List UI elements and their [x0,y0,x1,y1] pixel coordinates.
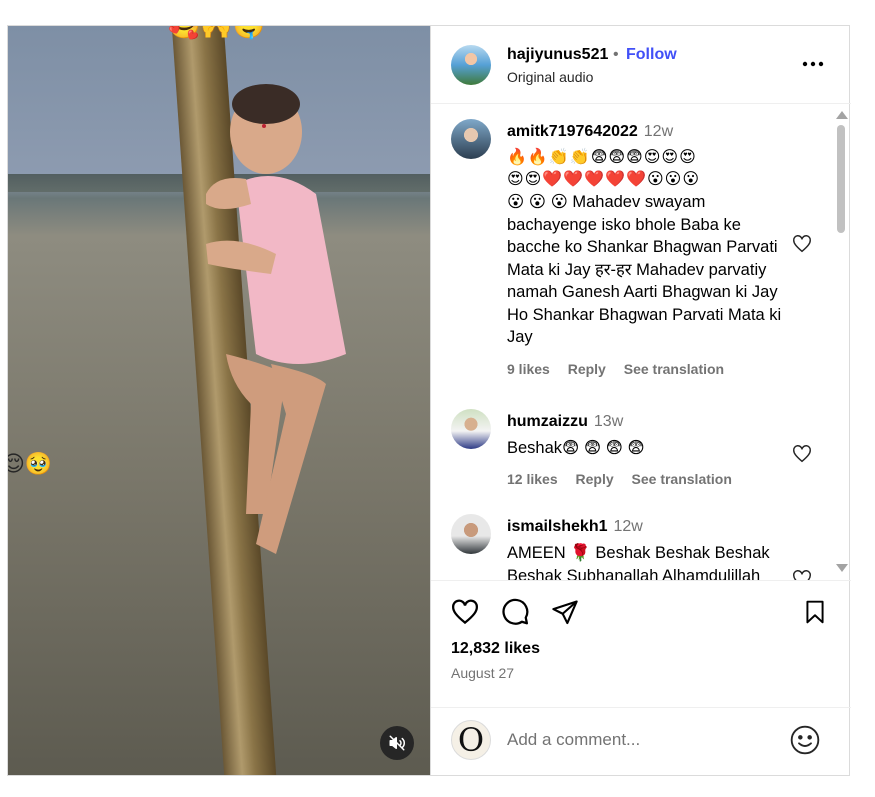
emoji-picker-button[interactable] [789,724,821,756]
comment-username[interactable]: ismailshekh1 12w [507,518,643,536]
comment-meta: 9 likes Reply See translation [507,361,738,377]
comment-emoji-line: 🔥🔥👏👏😨😨😨😍😍😍 [507,149,697,166]
child-figure [206,84,346,554]
post-header: hajiyunus521 • Follow Original audio [431,26,851,104]
scroll-down-arrow-icon[interactable] [836,564,848,572]
follow-button[interactable]: Follow [626,46,677,64]
share-button[interactable] [549,596,581,628]
overlay-emoji-left: 😌🥹 [8,451,53,476]
add-comment-row: O [431,707,851,776]
post-actions: 12,832 likes August 27 O [431,580,851,775]
comment-time: 12w [643,123,674,140]
mute-toggle-button[interactable] [380,726,414,760]
commenter-avatar[interactable] [451,409,491,449]
scroll-up-arrow-icon[interactable] [836,111,848,119]
commenter-avatar[interactable] [451,119,491,159]
comment-likes[interactable]: 12 likes [507,471,558,487]
bookmark-icon [806,600,824,624]
like-comment-heart-icon[interactable] [791,233,813,255]
reply-button[interactable]: Reply [576,471,614,487]
commenter-avatar[interactable] [451,514,491,554]
more-horizontal-icon [802,61,824,67]
comment-text: AMEEN 🌹 Beshak Beshak Beshak Beshak Subh… [507,544,770,580]
overlay-emoji-top: 🥰🙌🤤 [168,26,265,41]
current-user-avatar: O [451,720,491,760]
comment-text: 😮 😮 😮 Mahadev swayam bachayenge isko bho… [507,193,782,346]
comment-likes[interactable]: 9 likes [507,361,550,377]
author-username[interactable]: hajiyunus521 [507,46,608,64]
post-date[interactable]: August 27 [451,665,514,681]
speaker-muted-icon [389,735,405,751]
reply-button[interactable]: Reply [568,361,606,377]
heart-icon [452,599,478,625]
comments-list[interactable]: amitk7197642022 12w 🔥🔥👏👏😨😨😨😍😍😍 😍😍❤️❤️❤️❤️… [431,105,851,580]
comment-username[interactable]: amitk7197642022 12w [507,123,673,141]
comment-bubble-icon [502,598,529,625]
comments-scrollbar[interactable] [833,105,849,580]
comment-meta: 12 likes Reply See translation [507,471,746,487]
add-comment-input[interactable] [507,726,767,754]
smiley-face-icon [790,725,820,755]
scrollbar-thumb[interactable] [837,125,845,233]
author-avatar[interactable] [451,45,491,85]
comment-item: amitk7197642022 12w 🔥🔥👏👏😨😨😨😍😍😍 😍😍❤️❤️❤️❤️… [431,105,831,395]
comment-text: Beshak😨 😨 😨 😨 [507,439,645,457]
comment-emoji-line: 😍😍❤️❤️❤️❤️❤️😮😮😮 [507,171,701,188]
more-options-button[interactable] [799,50,827,78]
like-comment-heart-icon[interactable] [791,568,813,580]
audio-label[interactable]: Original audio [507,69,593,85]
likes-count[interactable]: 12,832 likes [451,640,540,658]
comment-time: 13w [593,413,624,430]
see-translation-button[interactable]: See translation [632,471,732,487]
like-button[interactable] [449,596,481,628]
paper-plane-icon [552,600,578,625]
separator-dot: • [613,46,619,63]
comment-username[interactable]: humzaizzu 13w [507,413,623,431]
save-button[interactable] [799,596,831,628]
comment-item: humzaizzu 13w Beshak😨 😨 😨 😨 12 likes Repl… [431,395,831,500]
see-translation-button[interactable]: See translation [624,361,724,377]
like-comment-heart-icon[interactable] [791,443,813,465]
video-media[interactable]: 🥰🙌🤤 😌🥹 [8,26,430,775]
post-dialog: 🥰🙌🤤 😌🥹 hajiyunus521 • Follow Original au… [7,25,851,776]
post-side-panel: hajiyunus521 • Follow Original audio ami… [430,26,851,775]
comment-time: 12w [613,518,643,535]
comment-button[interactable] [499,596,531,628]
comment-item: ismailshekh1 12w AMEEN 🌹 Beshak Beshak Be… [431,500,831,580]
